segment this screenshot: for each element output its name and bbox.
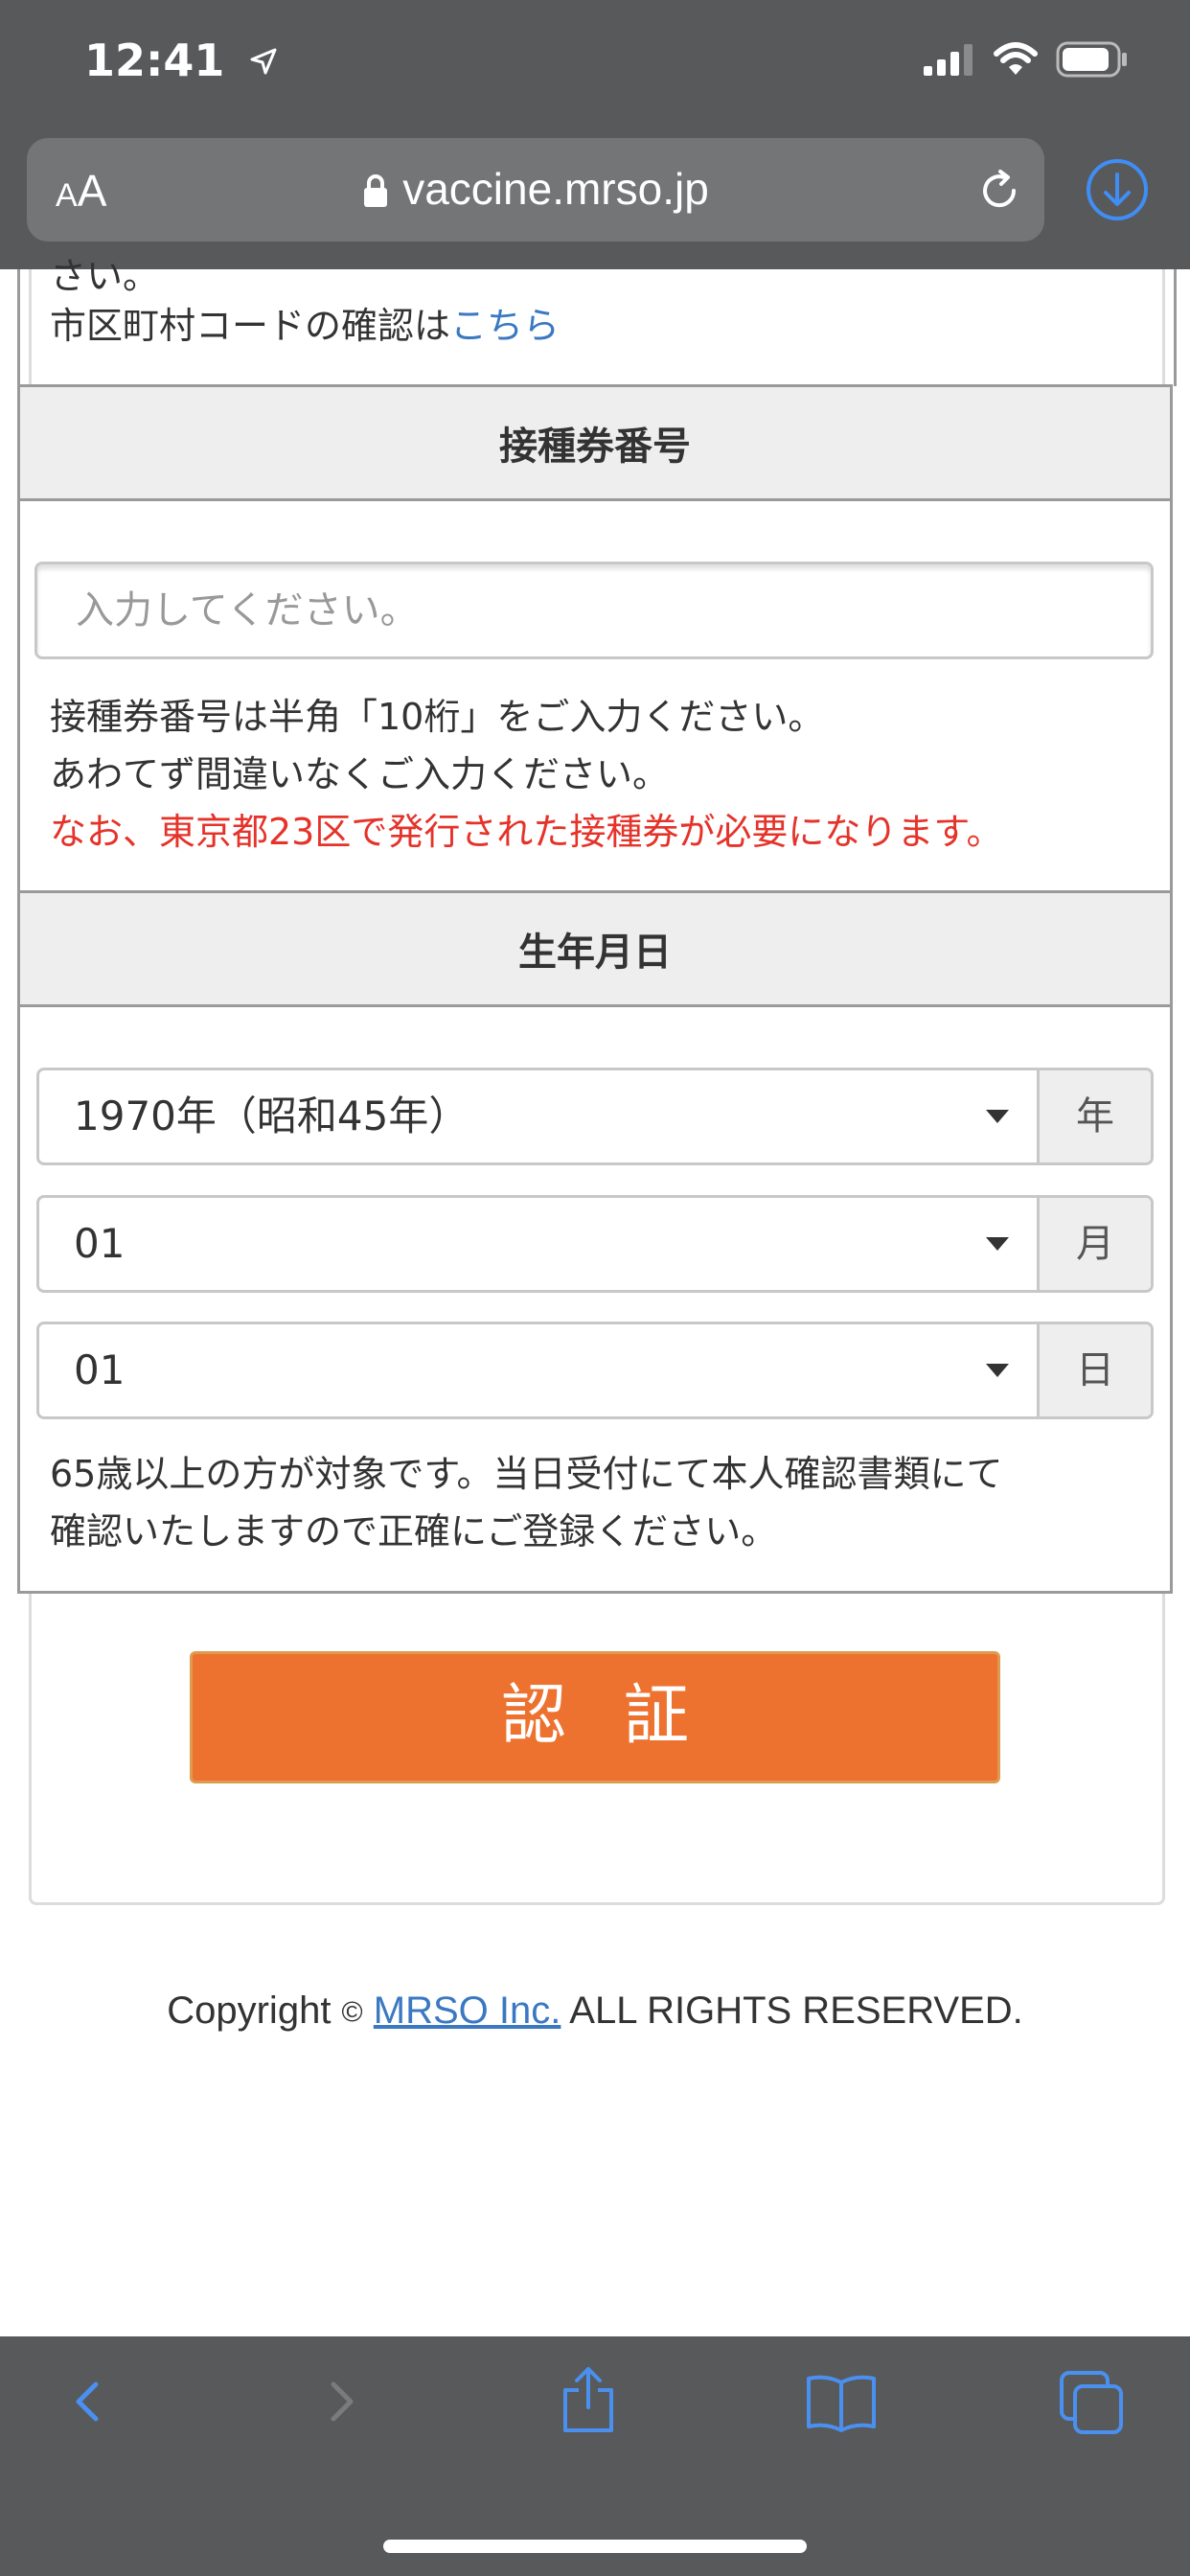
ticket-help-line2: あわてず間違いなくご入力ください。	[50, 753, 670, 795]
download-icon[interactable]	[1085, 157, 1150, 226]
signal-icon	[924, 43, 975, 80]
home-indicator[interactable]	[383, 2540, 807, 2553]
copyright-footer: Copyright © MRSO Inc. ALL RIGHTS RESERVE…	[0, 1990, 1190, 2033]
lock-icon	[362, 167, 389, 218]
browser-top-bar: 12:41 AA vaccine.mrso.jp	[0, 0, 1190, 269]
chevron-down-icon	[986, 1237, 1009, 1251]
birthdate-note-line2: 確認いたしますので正確にご登録ください。	[50, 1510, 778, 1552]
birth-month-unit: 月	[1037, 1198, 1151, 1290]
municode-help: 市区町村コードの確認はこちら	[50, 297, 560, 355]
address-bar[interactable]: AA vaccine.mrso.jp	[27, 138, 1044, 242]
birth-year-unit: 年	[1037, 1070, 1151, 1162]
municode-link[interactable]: こちら	[450, 305, 560, 347]
tabs-icon[interactable]	[1058, 2369, 1125, 2440]
chevron-down-icon	[986, 1364, 1009, 1377]
ticket-warning-text: なお、東京都23区で発行された接種券が必要になります。	[50, 811, 1003, 853]
birth-day-unit: 日	[1037, 1324, 1151, 1416]
copyright-prefix: Copyright	[167, 1990, 342, 2032]
birth-day-select[interactable]: 01 日	[36, 1322, 1154, 1419]
back-icon[interactable]	[59, 2373, 117, 2434]
ticket-help-text: 接種券番号は半角「10桁」をご入力ください。 あわてず間違いなくご入力ください。…	[50, 688, 1003, 861]
birth-month-value: 01	[74, 1220, 126, 1267]
municode-partial-text: さい。	[50, 255, 160, 297]
copyright-symbol: ©	[341, 1996, 363, 2029]
company-link[interactable]: MRSO Inc.	[374, 1990, 561, 2032]
wifi-icon	[993, 42, 1039, 80]
chevron-down-icon	[986, 1110, 1009, 1123]
url-display[interactable]: vaccine.mrso.jp	[27, 163, 1044, 218]
birthdate-note: 65歳以上の方が対象です。当日受付にて本人確認書類にて 確認いたしますので正確に…	[50, 1445, 1003, 1560]
battery-icon	[1056, 41, 1129, 81]
ticket-help-line1: 接種券番号は半角「10桁」をご入力ください。	[50, 696, 825, 738]
birth-month-select[interactable]: 01 月	[36, 1195, 1154, 1293]
municode-text: 市区町村コードの確認は	[50, 305, 451, 347]
ticket-number-input[interactable]: 入力してください。	[34, 562, 1154, 659]
birth-year-value: 1970年（昭和45年）	[74, 1092, 469, 1139]
birth-day-value: 01	[74, 1346, 126, 1393]
ticket-number-heading: 接種券番号	[17, 384, 1173, 501]
status-icons	[924, 41, 1129, 81]
status-time: 12:41	[84, 34, 278, 86]
authenticate-button[interactable]: 認証	[190, 1651, 1000, 1783]
bookmarks-icon[interactable]	[805, 2373, 878, 2438]
status-time-text: 12:41	[84, 34, 225, 86]
copyright-suffix: ALL RIGHTS RESERVED.	[561, 1990, 1023, 2032]
forward-icon[interactable]	[312, 2373, 370, 2434]
birth-year-select[interactable]: 1970年（昭和45年） 年	[36, 1068, 1154, 1165]
location-arrow-icon	[249, 45, 278, 84]
reload-icon[interactable]	[975, 167, 1023, 218]
url-text: vaccine.mrso.jp	[402, 164, 709, 214]
birthdate-note-line1: 65歳以上の方が対象です。当日受付にて本人確認書類にて	[50, 1453, 1003, 1495]
share-icon[interactable]	[558, 2365, 619, 2438]
birthdate-heading: 生年月日	[17, 890, 1173, 1007]
